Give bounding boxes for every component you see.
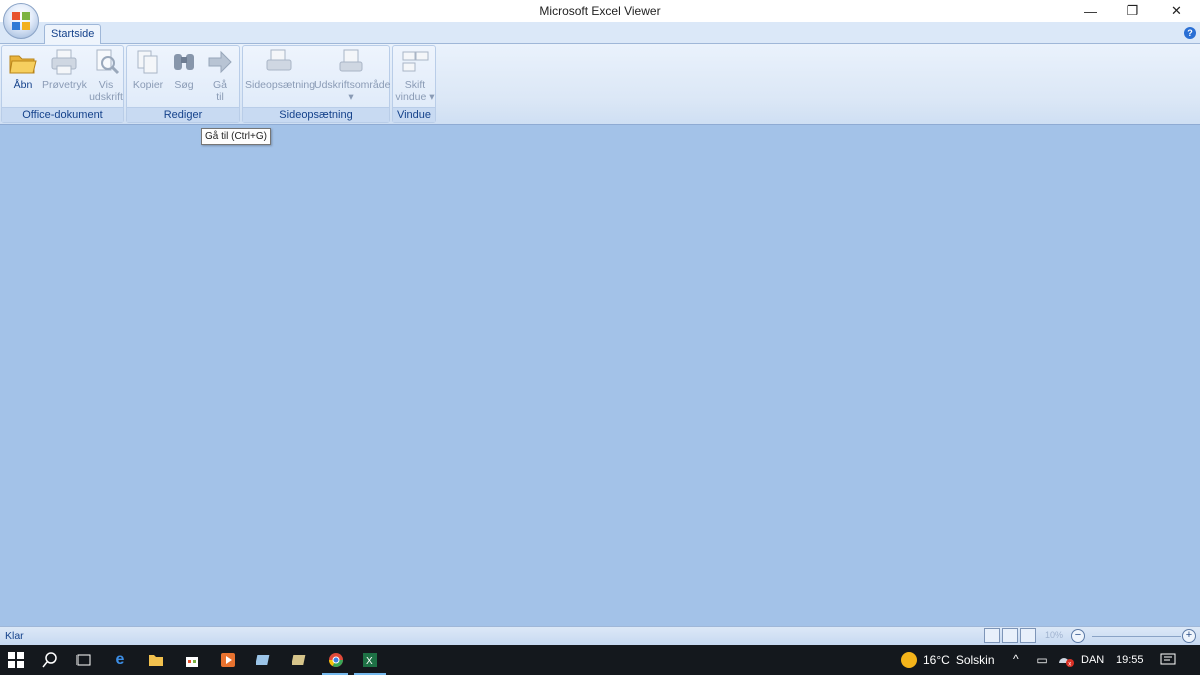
task-view-icon[interactable] [74, 650, 94, 670]
find-button[interactable]: Søg [168, 48, 200, 91]
zoom-out-button[interactable]: − [1071, 629, 1085, 643]
view-switcher [984, 628, 1040, 644]
restore-button[interactable]: ❐ [1110, 0, 1155, 22]
weather-desc: Solskin [955, 653, 995, 667]
tab-startside[interactable]: Startside [44, 24, 102, 45]
status-bar: Klar 10% − + [0, 626, 1200, 645]
copy-button[interactable]: Kopier [130, 48, 166, 91]
goto-button[interactable]: Gå til [203, 48, 237, 103]
group-label-window: Vindue [393, 107, 435, 122]
group-label-office: Office-dokument [2, 107, 123, 122]
goto-label-1: Gå [212, 79, 227, 91]
switch-window-label-2: vindue [395, 91, 427, 103]
clock[interactable]: 19:55 [1116, 654, 1144, 666]
group-page-setup: Sideopsætning Udskriftsområde ▾ Sideopsæ… [242, 45, 390, 123]
zoom-level: 10% [1045, 630, 1064, 640]
arrow-right-icon [208, 50, 232, 74]
page-break-view-button[interactable] [1020, 628, 1036, 643]
switch-window-label-1: Skift [404, 79, 426, 91]
page-setup-button[interactable]: Sideopsætning [245, 48, 316, 91]
copy-label: Kopier [132, 79, 164, 91]
show-print-label-2: udskrift [89, 91, 123, 103]
close-button[interactable]: ✕ [1154, 0, 1199, 22]
print-area-button[interactable]: Udskriftsområde ▾ [314, 48, 391, 103]
title-bar: Microsoft Excel Viewer — ❐ ✕ [0, 0, 1200, 22]
page-setup-icon [266, 49, 292, 71]
file-explorer-icon[interactable] [146, 650, 166, 670]
weather-temp: 16°C [923, 653, 950, 667]
weather-widget[interactable]: 16°C Solskin [901, 652, 995, 668]
office-logo-icon [12, 12, 30, 30]
windows-start-icon[interactable] [6, 650, 26, 670]
goto-label-2: til [216, 91, 224, 103]
excel-viewer-icon[interactable]: X [360, 650, 380, 670]
print-preview-button[interactable]: Prøvetryk [42, 48, 87, 91]
group-office-document: Åbn Prøvetryk Vis udskrift Office-dokume… [1, 45, 124, 123]
chevron-down-icon: ▾ [348, 91, 354, 103]
switch-window-icon [402, 51, 429, 72]
store-icon[interactable] [182, 650, 202, 670]
taskbar: e X 16°C Solskin ^ ▭ x DAN 19:55 [0, 645, 1200, 675]
zoom-in-button[interactable]: + [1182, 629, 1196, 643]
svg-text:x: x [1068, 662, 1071, 668]
svg-text:X: X [366, 656, 373, 667]
group-label-page: Sideopsætning [243, 107, 389, 122]
group-window: Skift vindue ▾ Vindue [392, 45, 436, 123]
app-icon-1[interactable] [254, 650, 274, 670]
language-indicator[interactable]: DAN [1081, 654, 1104, 666]
edge-browser-icon[interactable]: e [110, 650, 130, 670]
notifications-icon[interactable] [1158, 650, 1178, 670]
ribbon-tab-strip: Startside ? [0, 22, 1200, 45]
open-label: Åbn [13, 79, 33, 91]
open-button[interactable]: Åbn [6, 48, 40, 91]
find-label: Søg [174, 79, 194, 91]
chevron-up-icon[interactable]: ^ [1013, 652, 1019, 666]
network-disconnected-icon[interactable]: x [1056, 650, 1076, 670]
switch-window-button[interactable]: Skift vindue ▾ [395, 48, 435, 103]
minimize-button[interactable]: — [1068, 0, 1113, 22]
media-player-icon[interactable] [218, 650, 238, 670]
page-layout-view-button[interactable] [1002, 628, 1018, 643]
show-print-button[interactable]: Vis udskrift [88, 48, 124, 103]
print-preview-label: Prøvetryk [42, 79, 87, 91]
group-label-edit: Rediger [127, 107, 239, 122]
group-edit: Kopier Søg Gå til Rediger [126, 45, 240, 123]
normal-view-button[interactable] [984, 628, 1000, 643]
chrome-icon[interactable] [326, 650, 346, 670]
ribbon: Åbn Prøvetryk Vis udskrift Office-dokume… [0, 44, 1200, 125]
sun-icon [901, 652, 917, 668]
print-area-icon [339, 49, 363, 72]
folder-open-icon [9, 55, 37, 74]
chevron-down-icon: ▾ [426, 91, 435, 103]
office-button[interactable] [3, 3, 39, 39]
binoculars-icon [174, 54, 194, 70]
page-setup-label: Sideopsætning [245, 79, 316, 91]
copy-icon [137, 50, 158, 74]
print-area-label: Udskriftsområde [314, 79, 391, 91]
status-text: Klar [5, 630, 24, 642]
workspace [0, 125, 1200, 626]
magnifier-page-icon [96, 49, 120, 75]
window-title: Microsoft Excel Viewer [539, 4, 661, 18]
show-print-label-1: Vis [98, 79, 114, 91]
help-icon[interactable]: ? [1184, 27, 1196, 39]
printer-icon [51, 49, 77, 75]
search-icon[interactable] [40, 650, 60, 670]
app-icon-2[interactable] [290, 650, 310, 670]
zoom-slider[interactable] [1092, 636, 1181, 637]
meet-now-icon[interactable]: ▭ [1032, 650, 1052, 670]
